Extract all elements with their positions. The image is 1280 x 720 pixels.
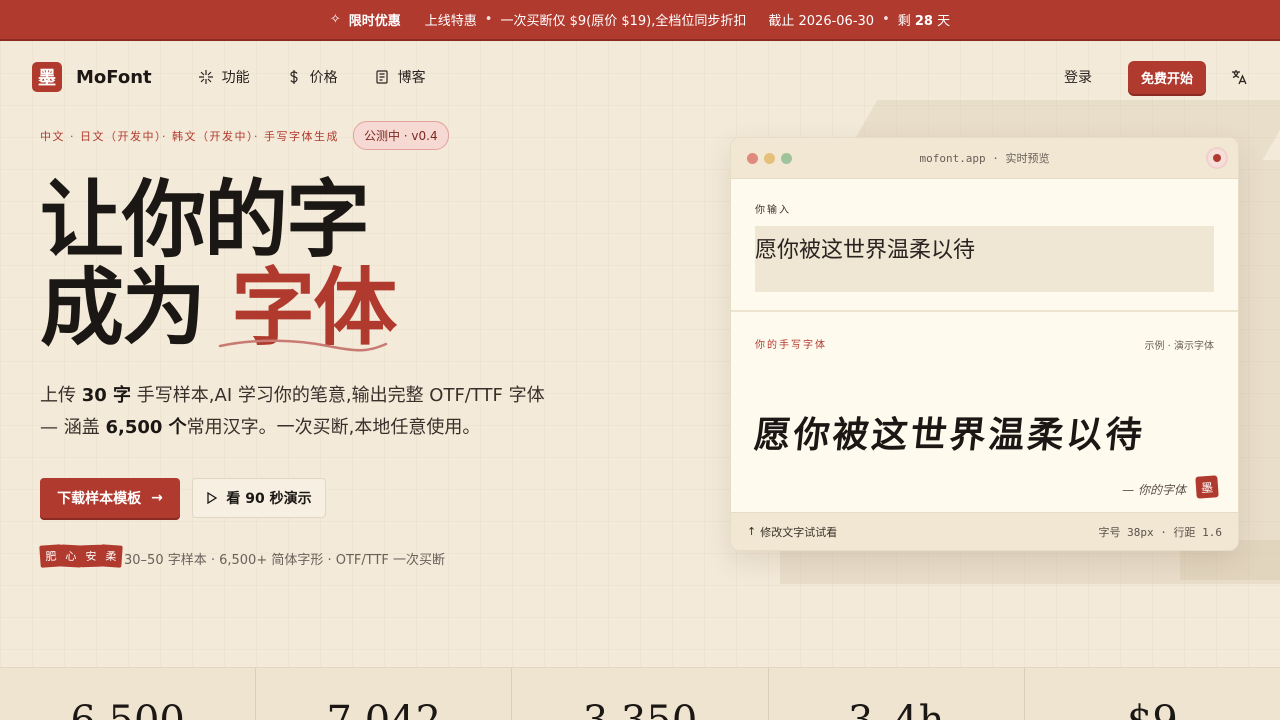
desc-text: 手写样本,AI 学习你的笔意,输出完整 OTF/TTF 字体 bbox=[131, 385, 545, 406]
preview-output-section: 你的手写字体 示例 · 演示字体 愿你被这世界温柔以待 — 你的字体 墨 bbox=[731, 312, 1238, 514]
button-label: 看 90 秒演示 bbox=[226, 491, 312, 507]
watch-demo-button[interactable]: 看 90 秒演示 bbox=[192, 478, 326, 518]
seal-stamp: 柔 bbox=[99, 544, 123, 568]
desc-text: — 涵盖 bbox=[40, 417, 106, 438]
footer-hint: 修改文字试试看 bbox=[760, 525, 838, 539]
tagline-text: 中文 · 日文（开发中）· 韩文（开发中）· 手写字体生成 bbox=[40, 129, 339, 143]
promo-remaining: 剩 28 天 bbox=[898, 10, 950, 29]
brush-underline bbox=[218, 339, 388, 352]
login-link[interactable]: 登录 bbox=[1064, 67, 1092, 87]
brand-name[interactable]: MoFont bbox=[76, 67, 152, 88]
seal-mark: 墨 bbox=[1195, 475, 1219, 499]
remaining-suffix: 天 bbox=[937, 14, 951, 29]
nav-item-features[interactable]: 功能 bbox=[198, 67, 250, 87]
preview-input-section: 你输入 愿你被这世界温柔以待 bbox=[731, 179, 1238, 312]
stat-value: $9 bbox=[1025, 668, 1280, 720]
headline-line-2-prefix: 成为 bbox=[40, 258, 232, 357]
arrow-right-icon: → bbox=[151, 490, 163, 506]
download-template-button[interactable]: 下载样本模板 → bbox=[40, 478, 180, 518]
remaining-days: 28 bbox=[914, 14, 933, 29]
remaining-prefix: 剩 bbox=[897, 14, 911, 29]
seal-stamps: 肥 心 安 柔 bbox=[39, 544, 123, 568]
beta-badge: 公测中 · v0.4 bbox=[352, 121, 449, 150]
preview-footer: ↑ 修改文字试试看 字号 38px · 行距 1.6 bbox=[731, 512, 1238, 550]
hero-tagline: 中文 · 日文（开发中）· 韩文（开发中）· 手写字体生成 公测中 · v0.4 bbox=[40, 121, 449, 150]
stat-value: 7,042 bbox=[256, 668, 513, 720]
promo-detail: 一次买断仅 $9(原价 $19),全档位同步折扣 bbox=[500, 14, 747, 29]
handwritten-preview: 愿你被这世界温柔以待 bbox=[752, 414, 1147, 456]
headline-line-1: 让你的字 bbox=[40, 170, 370, 269]
hero-description: 上传 30 字 手写样本,AI 学习你的笔意,输出完整 OTF/TTF 字体 —… bbox=[40, 380, 580, 444]
promo-deadline: 截止 2026-06-30 bbox=[768, 14, 875, 29]
dollar-icon bbox=[290, 70, 298, 84]
stat-value: 3,350 bbox=[512, 668, 769, 720]
sample-note: 示例 · 演示字体 bbox=[1144, 341, 1214, 352]
nav-label: 功能 bbox=[221, 70, 250, 86]
promo-badge: 限时优惠 bbox=[348, 14, 401, 29]
hero-headline: 让你的字 成为 字体 bbox=[40, 170, 397, 352]
nav-label: 价格 bbox=[309, 70, 338, 86]
arrow-up-icon: ↑ bbox=[747, 525, 757, 538]
record-icon[interactable] bbox=[1206, 147, 1228, 169]
promo-offer: 上线特惠 bbox=[424, 14, 477, 29]
input-label: 你输入 bbox=[755, 205, 791, 216]
stats-bar: 6,500 7,042 3,350 3–4h $9 bbox=[0, 667, 1280, 720]
desc-bold: 6,500 个 bbox=[105, 417, 187, 438]
sparkle-icon: ✧ bbox=[329, 12, 341, 27]
button-label: 下载样本模板 bbox=[57, 491, 142, 507]
stat-value: 3–4h bbox=[769, 668, 1025, 720]
logo-mark[interactable]: 墨 bbox=[32, 62, 62, 92]
signature: — 你的字体 bbox=[1122, 483, 1186, 497]
translate-icon[interactable] bbox=[1230, 68, 1248, 86]
nav-item-pricing[interactable]: 价格 bbox=[286, 67, 338, 87]
desc-bold: 30 字 bbox=[81, 385, 132, 406]
top-navigation: 墨 MoFont 功能 价格 博客 登录 免费开始 bbox=[0, 41, 1280, 113]
desc-text: 上传 bbox=[40, 385, 82, 406]
preview-title: mofont.app · 实时预览 bbox=[919, 152, 1050, 165]
promo-banner: ✧ 限时优惠 上线特惠 • 一次买断仅 $9(原价 $19),全档位同步折扣 截… bbox=[0, 0, 1280, 41]
sparkles-icon bbox=[198, 70, 213, 84]
footer-meta: 字号 38px · 行距 1.6 bbox=[1098, 525, 1222, 539]
stat-value: 6,500 bbox=[0, 668, 257, 720]
nav-item-blog[interactable]: 博客 bbox=[374, 67, 426, 87]
preview-titlebar: mofont.app · 实时预览 bbox=[731, 138, 1238, 179]
desc-text: 常用汉字。一次买断,本地任意使用。 bbox=[186, 417, 481, 438]
nav-label: 博客 bbox=[397, 70, 426, 86]
play-icon bbox=[207, 492, 218, 504]
nav-actions: 登录 免费开始 bbox=[1064, 60, 1248, 94]
book-icon bbox=[376, 70, 388, 84]
hero-meta: 30–50 字样本 · 6,500+ 简体字形 · OTF/TTF 一次买断 bbox=[124, 553, 446, 568]
live-preview-window: mofont.app · 实时预览 你输入 愿你被这世界温柔以待 你的手写字体 … bbox=[730, 137, 1239, 551]
preview-text-input[interactable]: 愿你被这世界温柔以待 bbox=[755, 226, 1214, 292]
free-start-button[interactable]: 免费开始 bbox=[1127, 60, 1206, 94]
